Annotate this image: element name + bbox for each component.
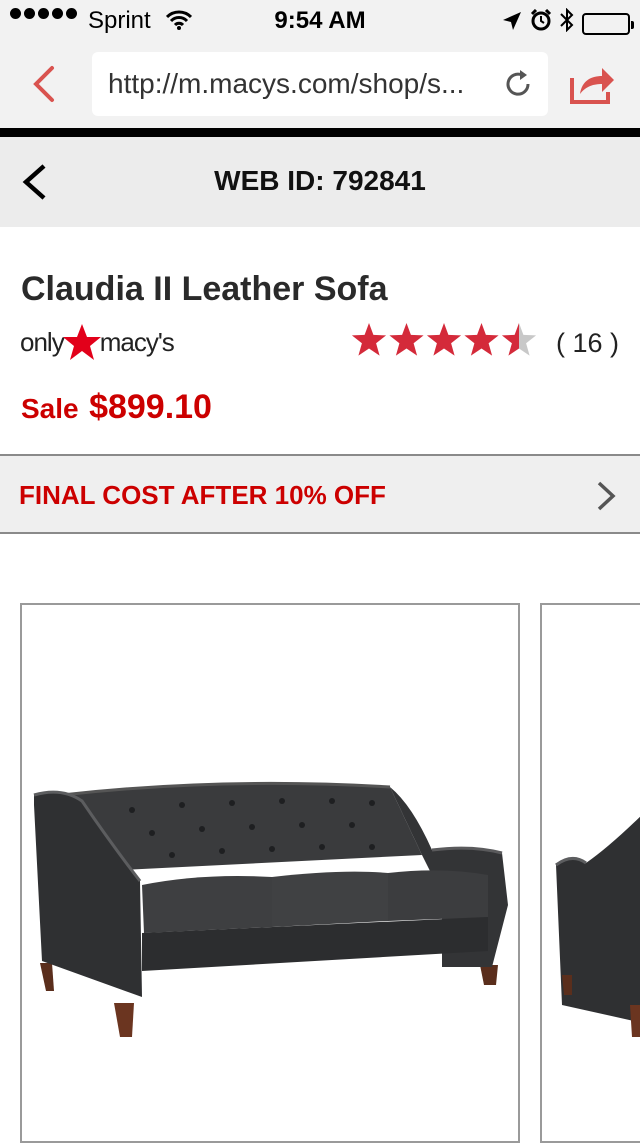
browser-toolbar: http://m.macys.com/shop/s... — [0, 40, 640, 128]
rating-star — [464, 323, 499, 356]
status-bar: Sprint 9:54 AM — [0, 0, 640, 40]
chevron-right-icon — [596, 480, 616, 512]
promo-final-cost-row[interactable]: FINAL COST AFTER 10% OFF — [0, 454, 640, 534]
web-id-title: WEB ID: 792841 — [214, 165, 426, 196]
bluetooth-icon — [560, 7, 574, 39]
battery-icon — [582, 12, 634, 35]
page-header: WEB ID: 792841 — [0, 137, 640, 227]
sale-label: Sale — [21, 393, 79, 424]
location-arrow-icon — [502, 10, 522, 38]
rating-star — [426, 323, 462, 356]
rating-star — [351, 323, 387, 356]
browser-back-button[interactable] — [28, 64, 64, 104]
product-title: Claudia II Leather Sofa — [21, 270, 388, 308]
sale-price: $899.10 — [89, 388, 212, 426]
rating-star — [501, 323, 537, 356]
promo-label: FINAL COST AFTER 10% OFF — [19, 480, 386, 510]
only-macys-logo: only macy's — [20, 322, 175, 362]
star-rating[interactable] — [350, 322, 542, 360]
product-image-primary[interactable] — [20, 603, 520, 1143]
share-icon[interactable] — [568, 62, 616, 106]
rating-stars — [351, 323, 537, 356]
sofa-image-alt — [555, 816, 640, 1037]
price: Sale $899.10 — [21, 388, 212, 427]
review-count[interactable]: ( 16 ) — [556, 328, 619, 359]
sofa-image — [33, 781, 508, 1037]
alarm-icon — [530, 8, 552, 38]
toolbar-divider — [0, 128, 640, 137]
url-field[interactable]: http://m.macys.com/shop/s... — [92, 52, 548, 116]
rating-star — [389, 323, 424, 356]
reload-icon[interactable] — [502, 68, 534, 100]
url-text: http://m.macys.com/shop/s... — [108, 68, 465, 99]
product-image-secondary[interactable] — [540, 603, 640, 1143]
